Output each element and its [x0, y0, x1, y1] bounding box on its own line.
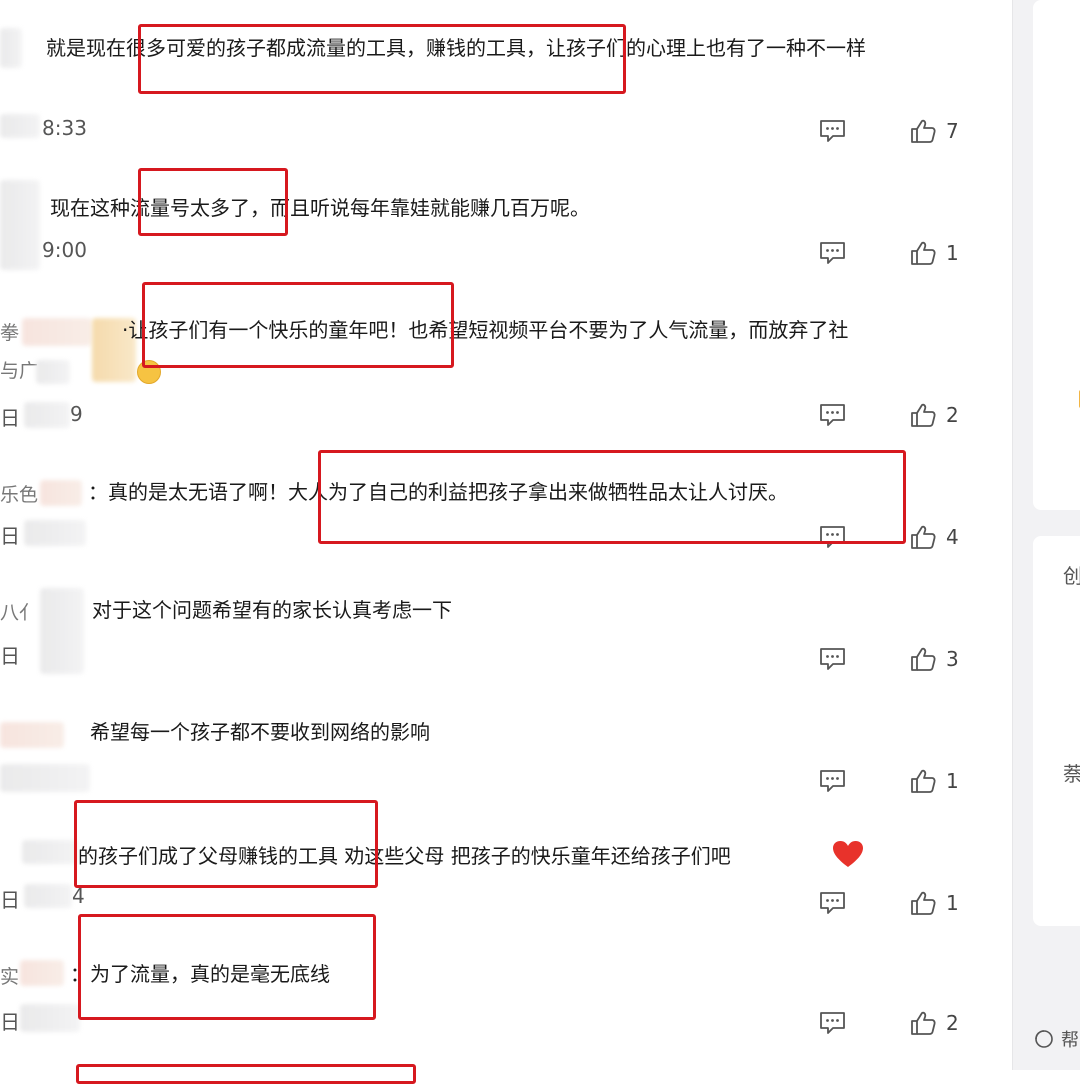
comment-time: 日 [0, 406, 20, 430]
like-icon[interactable] [910, 118, 936, 144]
commenter-name-tail: 与广 [0, 360, 39, 382]
reply-icon[interactable] [819, 647, 846, 671]
sidebar-glyph: 萘 [1063, 758, 1080, 787]
comment-time: 9:00 [42, 238, 87, 262]
like-count: 3 [946, 647, 959, 671]
timestamp-redacted [24, 402, 70, 428]
like-icon[interactable] [910, 402, 936, 428]
like-count: 7 [946, 119, 959, 143]
sidebar-glyph: 创 [1063, 560, 1080, 589]
highlight-box [138, 168, 288, 236]
like-icon[interactable] [910, 240, 936, 266]
comment-text: 现在这种流量号太多了，而且听说每年靠娃就能赚几百万呢。 [50, 196, 590, 220]
commenter-name-redacted [22, 318, 92, 346]
like-count: 4 [946, 525, 959, 549]
timestamp-redacted [20, 1004, 80, 1032]
like-count: 1 [946, 769, 959, 793]
commenter-name-redacted[interactable] [0, 722, 64, 748]
right-sidebar: ⌃ 创 萘 帮 [1012, 0, 1080, 1070]
comment-text: 希望每一个孩子都不要收到网络的影响 [90, 720, 430, 744]
avatar[interactable] [40, 588, 84, 674]
like-icon[interactable] [910, 890, 936, 916]
reply-icon[interactable] [819, 891, 846, 915]
reply-icon[interactable] [819, 769, 846, 793]
like-count: 1 [946, 241, 959, 265]
like-icon[interactable] [910, 768, 936, 794]
highlight-box [138, 24, 626, 94]
commenter-name[interactable]: 八亻 [0, 598, 38, 625]
comment-time: 8:33 [42, 116, 87, 140]
reply-icon[interactable] [819, 119, 846, 143]
highlight-box [76, 1064, 416, 1084]
comment-time: 日 [0, 644, 20, 668]
commenter-name-redacted [20, 960, 64, 986]
like-count: 2 [946, 403, 959, 427]
avatar[interactable] [0, 28, 22, 68]
like-count: 2 [946, 1011, 959, 1035]
reply-icon[interactable] [819, 241, 846, 265]
timestamp-redacted [24, 884, 72, 908]
comment-actions: 2 [819, 400, 962, 430]
comment-actions: 1 [819, 238, 962, 268]
sidebar-card: 创 萘 [1033, 536, 1080, 926]
commenter-name[interactable]: 实 [0, 962, 19, 989]
comment-list: 就是现在很多可爱的孩子都成流量的工具，赚钱的工具，让孩子们的心理上也有了一种不一… [0, 0, 1012, 1084]
highlight-box [142, 282, 454, 368]
help-icon[interactable] [1033, 1028, 1055, 1050]
comment-time-tail: 9 [70, 402, 83, 426]
timestamp-redacted [0, 764, 90, 792]
heart-emoji-icon [833, 841, 863, 867]
comment-actions: 3 [819, 644, 962, 674]
like-icon[interactable] [910, 646, 936, 672]
commenter-name[interactable]: 拳 [0, 318, 19, 345]
commenter-name-redacted [40, 480, 82, 506]
commenter-name[interactable]: 乐色 [0, 480, 38, 507]
comment-text: 对于这个问题希望有的家长认真考虑一下 [92, 598, 452, 622]
timestamp-redacted [24, 520, 86, 546]
like-count: 1 [946, 891, 959, 915]
commenter-name-redacted[interactable] [22, 840, 78, 864]
timestamp-redacted [0, 114, 40, 138]
sidebar-glyph[interactable]: 帮 [1061, 1026, 1079, 1052]
comment-time: 日 [0, 888, 20, 912]
comment-actions: 1 [819, 766, 962, 796]
like-icon[interactable] [910, 1010, 936, 1036]
reply-icon[interactable] [819, 1011, 846, 1035]
comment-actions: 7 [819, 116, 962, 146]
highlight-box [74, 800, 378, 888]
avatar[interactable] [0, 180, 40, 270]
commenter-name-redacted [36, 360, 70, 384]
comment-time: 日 [0, 1010, 20, 1034]
sidebar-card: ⌃ [1033, 0, 1080, 510]
comment-actions: 1 [819, 888, 962, 918]
comment-time: 日 [0, 524, 20, 548]
reply-icon[interactable] [819, 403, 846, 427]
highlight-box [78, 914, 376, 1020]
like-icon[interactable] [910, 524, 936, 550]
highlight-box [318, 450, 906, 544]
comment-actions: 2 [819, 1008, 962, 1038]
